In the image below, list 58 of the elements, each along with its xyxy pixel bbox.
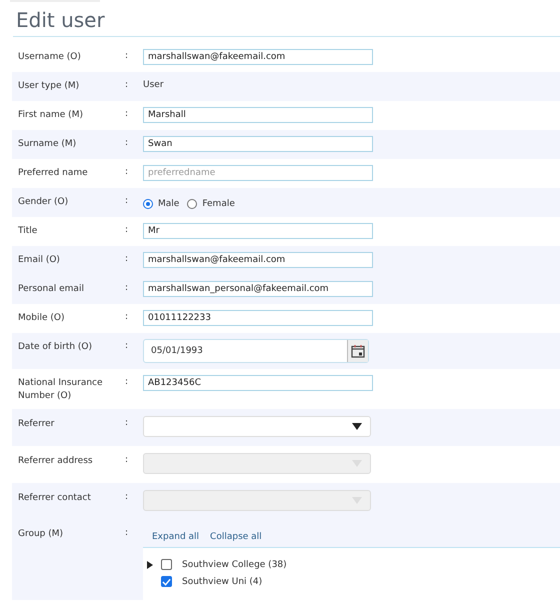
colon: : [125,137,130,148]
text-field[interactable]: Swan [143,136,373,152]
field-value: User [143,79,164,90]
field-label: National Insurance Number (O) [17,377,104,403]
colon: : [125,108,130,119]
colon: : [125,79,130,90]
text-field[interactable]: marshallswan@fakeemail.com [143,252,373,268]
text-field[interactable]: marshallswan@fakeemail.com [143,49,373,65]
text-field[interactable]: preferredname [143,165,373,181]
colon: : [125,417,130,428]
caret-icon [352,423,362,430]
field-label: Email (O) [17,254,61,267]
colon: : [125,253,130,264]
field-label: Gender (O) [17,196,70,209]
text-field[interactable]: Mr [143,223,373,239]
text-field[interactable]: AB123456C [143,375,373,391]
date-field[interactable]: 05/01/1993 [143,339,369,363]
colon: : [125,166,130,177]
radio-option[interactable]: Female [187,199,235,209]
tree-link[interactable]: Collapse all [210,532,262,542]
checkbox[interactable] [161,576,172,587]
field-label: First name (M) [17,109,84,122]
field-label: Username (O) [17,51,82,64]
text-field[interactable]: marshallswan_personal@fakeemail.com [143,281,373,297]
field-label: Group (M) [17,528,64,541]
tree-item[interactable]: Southview Uni (4) [147,573,560,590]
radio-icon[interactable] [187,199,198,209]
text-field[interactable]: 01011122233 [143,310,373,326]
field-label: Referrer contact [17,492,92,505]
expand-arrow-icon[interactable] [147,560,153,568]
colon: : [125,311,130,322]
field-label: User type (M) [17,80,80,93]
checkbox[interactable] [161,559,172,570]
colon: : [125,282,130,293]
tree-item[interactable]: Southview College (38) [147,556,560,573]
field-label: Referrer [17,418,56,431]
colon: : [125,50,130,61]
radio-option[interactable]: Male [143,199,180,209]
calendar-button[interactable] [347,340,368,362]
colon: : [125,195,130,206]
field-label: Referrer address [17,455,94,468]
field-label: Mobile (O) [17,312,66,325]
colon: : [125,224,130,235]
colon: : [125,340,130,351]
colon: : [125,491,130,502]
page-title: Edit user [13,0,560,37]
colon: : [125,376,130,387]
colon: : [125,454,130,465]
radio-icon[interactable] [143,199,153,209]
text-field[interactable]: Marshall [143,107,373,123]
field-label: Title [17,225,38,238]
field-label: Personal email [17,283,85,296]
field-label: Date of birth (O) [17,341,94,354]
tree-link[interactable]: Expand all [152,532,200,542]
field-label: Preferred name [17,167,89,180]
colon: : [125,527,130,538]
calendar-icon [351,344,365,358]
field-label: Surname (M) [17,138,78,151]
